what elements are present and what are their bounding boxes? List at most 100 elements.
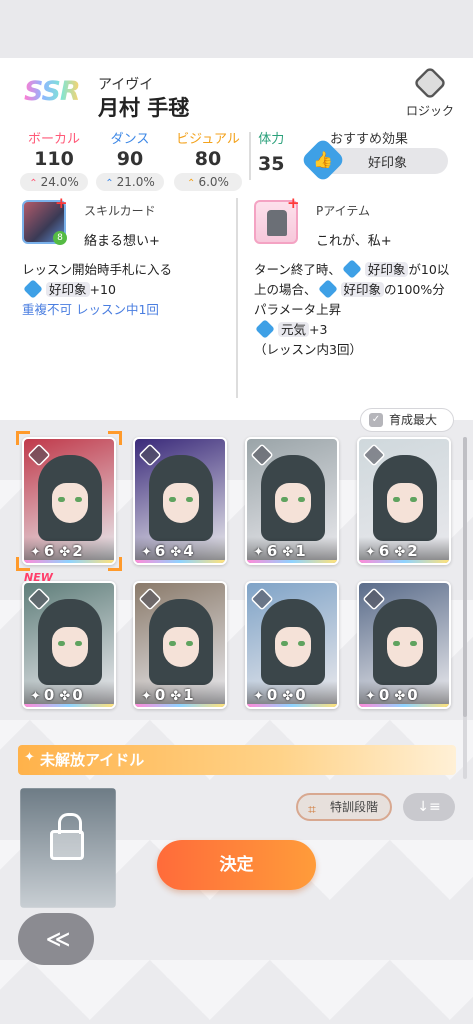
stat-value: 110 (34, 148, 74, 170)
card-eye (58, 497, 65, 502)
logic-diamond-icon (413, 66, 447, 100)
p-item-name: これが、私+ (316, 234, 392, 249)
scrollbar-thumb[interactable] (463, 437, 467, 717)
lock-icon (50, 813, 84, 860)
new-badge: NEW (24, 571, 53, 584)
card-star-count: 0 (378, 686, 391, 704)
card-eye (393, 641, 400, 646)
card-eye (298, 497, 305, 502)
desc-line: レッスン開始時手札に入る (22, 262, 173, 277)
idol-info-panel: SSR アイヴイ 月村 手毬 ロジック ボーカル 110 ⌃ 24.0% ダンス … (0, 58, 473, 420)
sort-order-button[interactable]: ↓≡ (403, 793, 455, 821)
sparkle-icon: ✦ (24, 750, 35, 765)
card-face (275, 627, 311, 667)
stat-label: ボーカル (27, 132, 80, 147)
card-stats: ✦ 0 ✤0 (30, 686, 84, 704)
clover-icon: ✤ (282, 689, 295, 704)
card-stats: ✦ 0 ✤0 (253, 686, 307, 704)
up-arrow-icon: ⌃ (105, 178, 114, 189)
idol-card[interactable]: ✦ 0 ✤0 (245, 581, 339, 709)
grow-max-toggle[interactable]: ✓ 育成最大 (360, 408, 454, 432)
p-item-title: Pアイテム (316, 204, 371, 218)
idol-card[interactable]: ✦ 6 ✤2 (357, 437, 451, 565)
recommended-label: おすすめ効果 (330, 132, 409, 147)
back-button[interactable]: ≪ (18, 913, 94, 965)
decide-button[interactable]: 決定 (157, 840, 316, 890)
stat-pct-badge: ⌃ 24.0% (20, 173, 88, 191)
card-eye (169, 497, 176, 502)
p-item-description: ターン終了時、 好印象 が10以 上の場合、 好印象 の100%分 パラメータ上昇 元気… (254, 259, 464, 360)
logic-label: ロジック (405, 104, 454, 118)
idol-name: 月村 手毬 (98, 96, 190, 120)
card-clover-count: 2 (72, 542, 84, 560)
card-star-count: 6 (43, 542, 56, 560)
card-clover-count: 4 (183, 542, 195, 560)
sort-button[interactable]: ⌗ 特訓段階 (296, 793, 392, 821)
sort-label: 特訓段階 (330, 800, 379, 814)
card-face (387, 627, 423, 667)
p-item-thumbnail[interactable]: + (254, 196, 300, 244)
idol-card[interactable]: ✦ 0 ✤0 (22, 581, 116, 709)
star-icon: ✦ (30, 545, 42, 560)
card-stats: ✦ 6 ✤2 (365, 542, 419, 560)
card-star-count: 6 (266, 542, 279, 560)
selection-corner (16, 557, 30, 571)
locked-idol-card[interactable] (20, 788, 116, 908)
stat-label: ビジュアル (176, 132, 240, 147)
rarity-strip (135, 560, 225, 563)
sort-order-icon: ↓≡ (417, 799, 441, 815)
star-icon: ✦ (253, 545, 265, 560)
card-star-count: 6 (378, 542, 391, 560)
stat-vocal: ボーカル 110 ⌃ 24.0% (20, 128, 88, 191)
card-eye (169, 641, 176, 646)
card-clover-count: 0 (407, 686, 419, 704)
stat-label: ダンス (110, 132, 150, 147)
grow-max-label: 育成最大 (389, 413, 438, 427)
clover-icon: ✤ (170, 689, 183, 704)
skill-card-title: スキルカード (84, 204, 156, 218)
recommended-value: 好印象 (368, 156, 408, 171)
selection-corner (108, 557, 122, 571)
rarity-strip (24, 704, 114, 707)
divider (249, 132, 251, 180)
good-impression-icon (23, 279, 43, 299)
idol-card[interactable]: ✦ 6 ✤4 (133, 437, 227, 565)
card-eye (186, 497, 193, 502)
rarity-badge: SSR (24, 76, 81, 107)
good-impression-icon (341, 259, 362, 279)
plus-icon: + (55, 194, 68, 212)
stat-pct-badge: ⌃ 6.0% (174, 173, 242, 191)
card-face (275, 483, 311, 523)
stat-visual: ビジュアル 80 ⌃ 6.0% (174, 128, 242, 191)
up-arrow-icon: ⌃ (187, 178, 196, 189)
energy-icon (255, 319, 275, 339)
desc-line: 元気 +3 (254, 319, 464, 340)
card-clover-count: 0 (72, 686, 84, 704)
rarity-strip (359, 560, 449, 563)
idol-card[interactable]: ✦ 0 ✤0 (357, 581, 451, 709)
skill-note: 重複不可 レッスン中1回 (22, 302, 159, 317)
card-face (163, 627, 199, 667)
recommended-badge: 👍 好印象 (300, 137, 448, 183)
selection-corner (108, 431, 122, 445)
desc-line: パラメータ上昇 (254, 302, 342, 317)
skill-card-name: 絡まる想い+ (84, 234, 160, 249)
star-icon: ✦ (365, 689, 377, 704)
star-icon: ✦ (30, 689, 42, 704)
rarity-strip (359, 704, 449, 707)
card-clover-count: 0 (295, 686, 307, 704)
skill-card-thumbnail[interactable]: + 8 (22, 196, 68, 245)
skill-level: 8 (53, 231, 67, 245)
idol-card[interactable]: ✦ 6 ✤2 (22, 437, 116, 565)
idol-card[interactable]: ✦ 6 ✤1 (245, 437, 339, 565)
card-stats: ✦ 6 ✤4 (141, 542, 195, 560)
card-eye (393, 497, 400, 502)
logic-button[interactable]: ロジック (404, 66, 456, 119)
card-eye (298, 641, 305, 646)
stat-value: 90 (116, 148, 144, 170)
card-face (52, 483, 88, 523)
stat-label: 体力 (258, 132, 285, 147)
idol-card[interactable]: ✦ 0 ✤1 (133, 581, 227, 709)
checkbox-icon: ✓ (369, 413, 383, 427)
card-eye (281, 641, 288, 646)
